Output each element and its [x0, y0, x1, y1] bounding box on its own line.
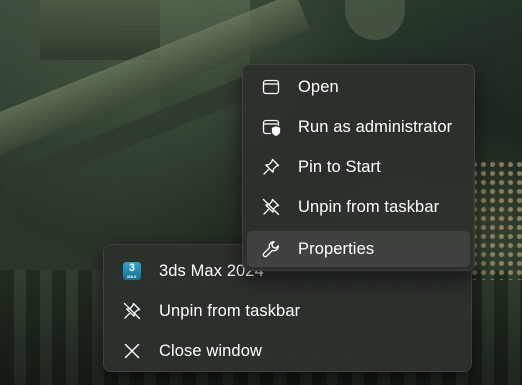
jump-list-close-window-label: Close window — [159, 341, 262, 360]
jump-list-unpin-label: Unpin from taskbar — [159, 301, 301, 320]
shield-window-icon — [261, 117, 281, 137]
menu-item-unpin-from-taskbar[interactable]: Unpin from taskbar — [247, 189, 470, 225]
menu-item-run-as-administrator-label: Run as administrator — [298, 117, 453, 136]
pin-icon — [261, 157, 281, 177]
3ds-max-app-icon: 3 MAX — [122, 261, 142, 281]
jump-list-unpin-item[interactable]: Unpin from taskbar — [108, 293, 467, 329]
menu-item-pin-to-start[interactable]: Pin to Start — [247, 149, 470, 185]
desktop-wallpaper: 3 MAX 3ds Max 2024 Unpin from taskbar Cl… — [0, 0, 522, 385]
jump-list-close-window-item[interactable]: Close window — [108, 333, 467, 369]
wallpaper-city-lights — [470, 160, 522, 280]
close-icon — [122, 341, 142, 361]
wallpaper-building — [40, 0, 160, 60]
unpin-icon — [122, 301, 142, 321]
menu-item-properties-label: Properties — [298, 239, 375, 258]
menu-item-open[interactable]: Open — [247, 69, 470, 105]
menu-item-unpin-from-taskbar-label: Unpin from taskbar — [298, 197, 440, 216]
app-context-menu: Open Run as administrator Pin to Start U… — [242, 64, 475, 271]
wallpaper-tank — [345, 0, 405, 40]
menu-item-properties[interactable]: Properties — [247, 231, 470, 267]
menu-item-run-as-administrator[interactable]: Run as administrator — [247, 109, 470, 145]
window-icon — [261, 77, 281, 97]
wrench-icon — [261, 239, 281, 259]
menu-item-open-label: Open — [298, 77, 339, 96]
unpin-icon — [261, 197, 281, 217]
menu-item-pin-to-start-label: Pin to Start — [298, 157, 381, 176]
